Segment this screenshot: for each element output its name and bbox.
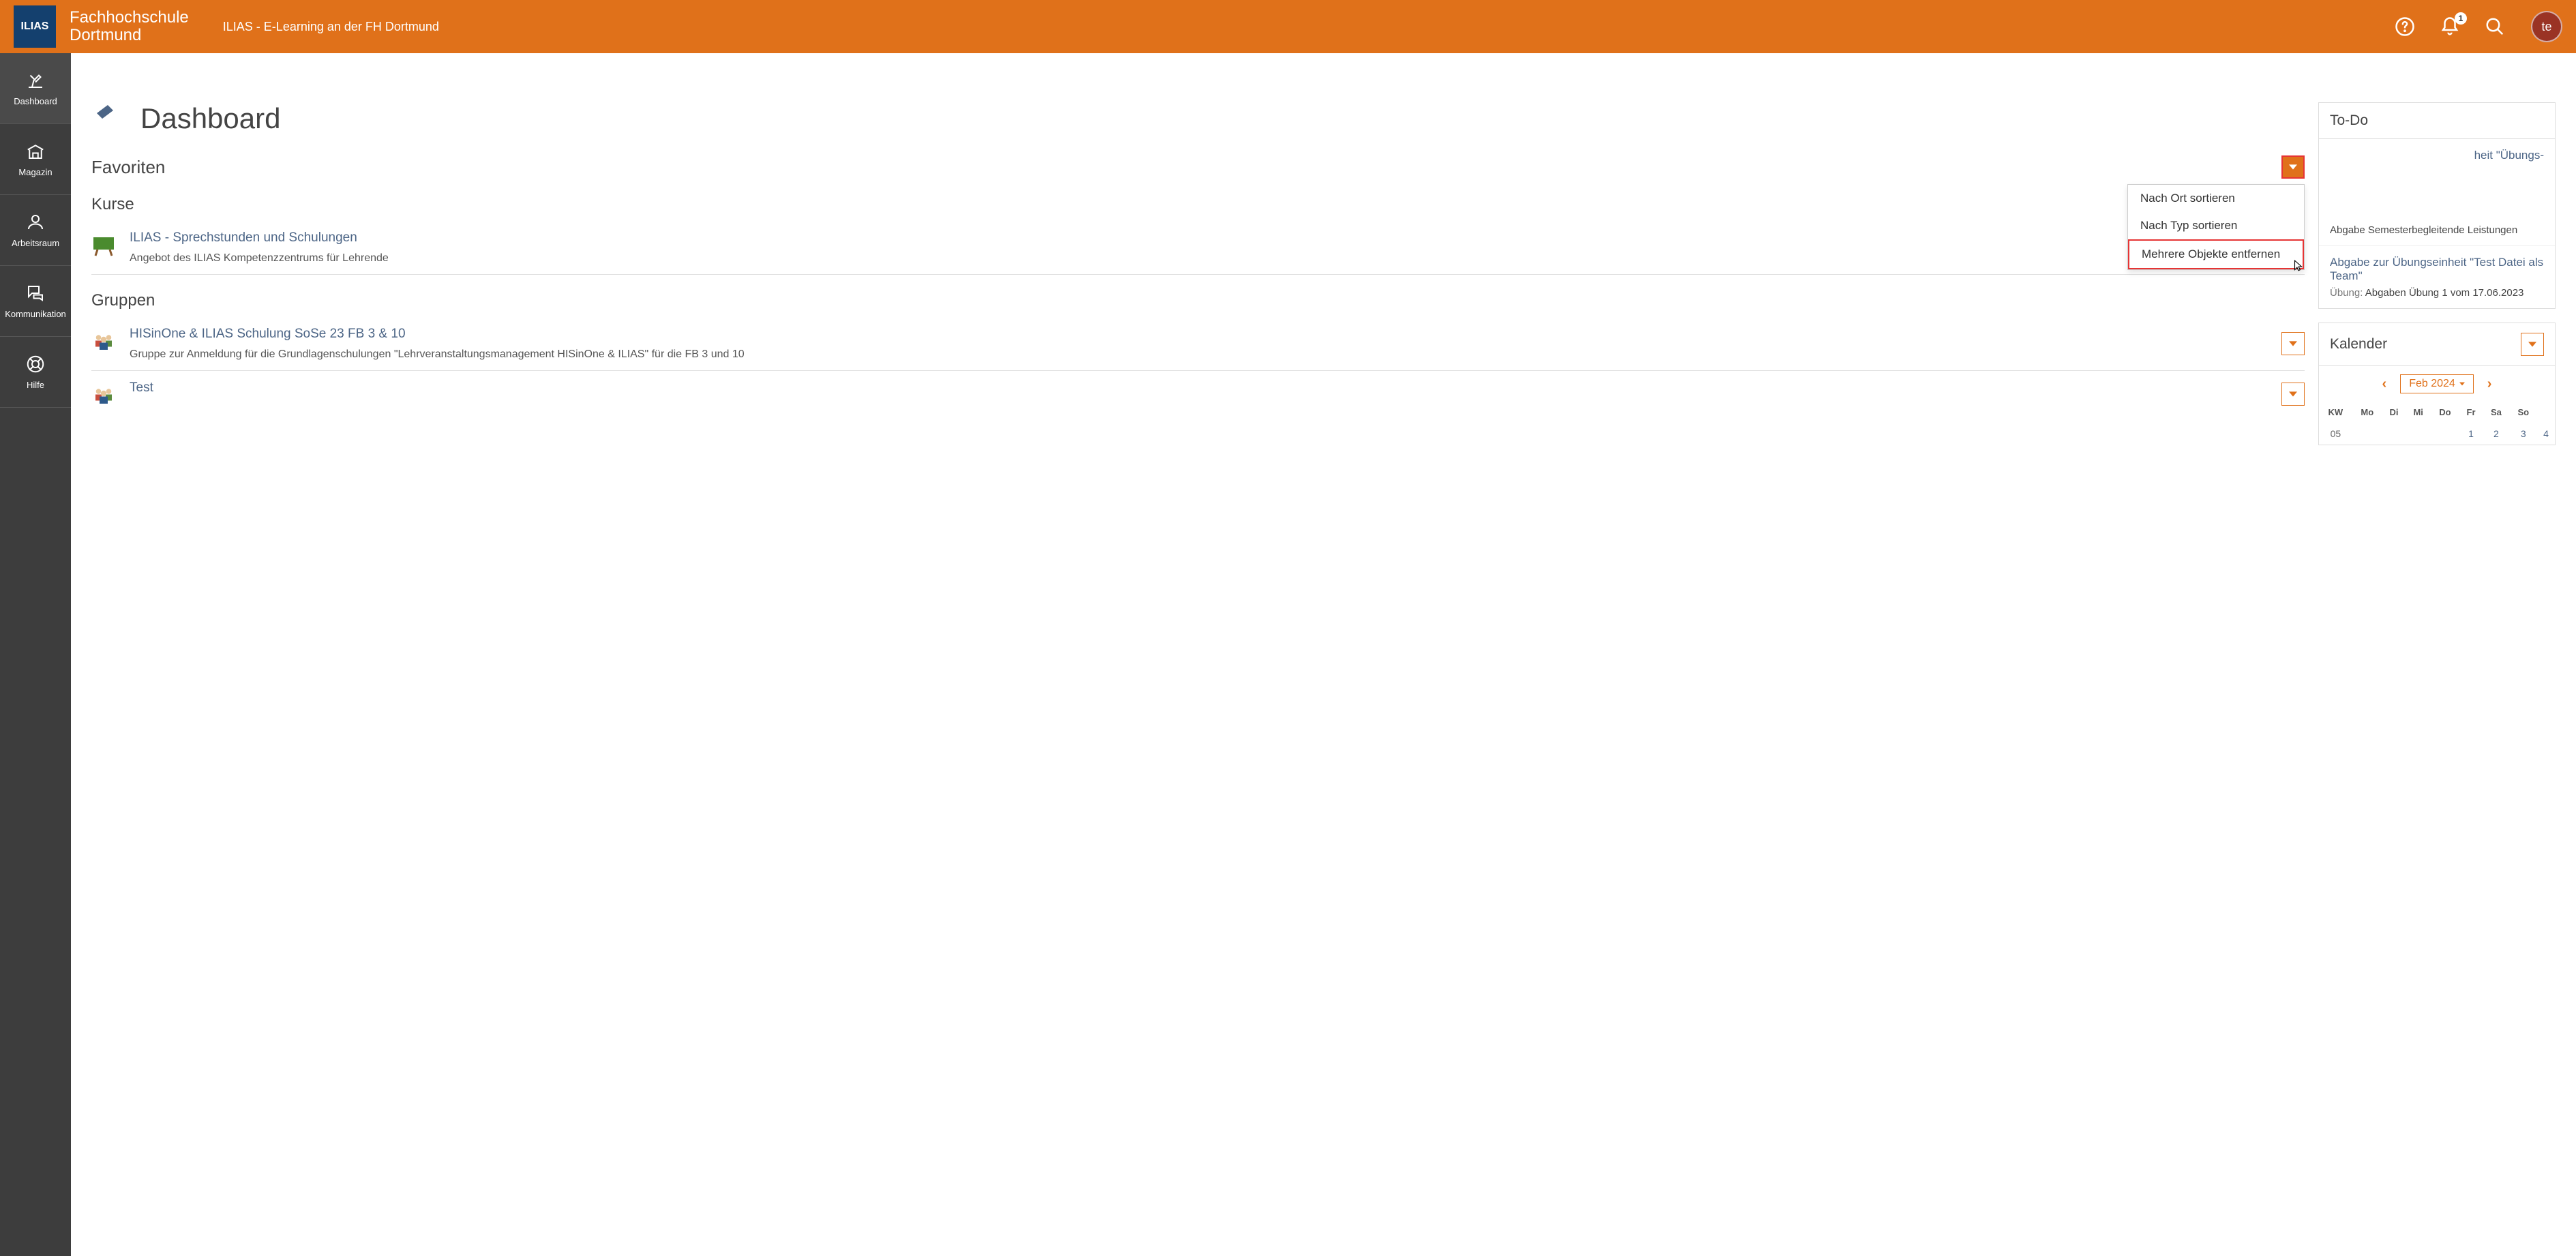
todo-heading: To-Do — [2319, 103, 2555, 139]
kurse-heading: Kurse — [91, 195, 2305, 214]
cal-head-mi: Mi — [2406, 402, 2431, 423]
nav-arbeitsraum-label: Arbeitsraum — [12, 238, 59, 248]
todo-subtext: Übung: Abgabe Semesterbegleitende Leistu… — [2330, 213, 2544, 236]
caret-down-icon — [2289, 340, 2297, 348]
caret-down-icon — [2289, 390, 2297, 398]
top-header: ILIAS Fachhochschule Dortmund ILIAS - E-… — [0, 0, 2576, 53]
favorites-heading: Favoriten — [91, 157, 165, 178]
university-name: Fachhochschule Dortmund — [70, 9, 189, 45]
group-description: Gruppe zur Anmeldung für die Grundlagens… — [130, 348, 2268, 361]
group-link[interactable]: HISinOne & ILIAS Schulung SoSe 23 FB 3 &… — [130, 327, 2268, 342]
cal-head-do: Do — [2431, 402, 2459, 423]
calendar-month-label: Feb 2024 — [2409, 378, 2455, 390]
menu-remove-multiple-label: Mehrere Objekte entfernen — [2142, 248, 2280, 260]
cursor-pointer-icon — [2292, 260, 2304, 272]
ilias-logo: ILIAS — [14, 5, 56, 48]
calendar-actions-button[interactable] — [2521, 333, 2544, 356]
todo-item: Abgabe zur Übungseinheit "Test Datei als… — [2319, 246, 2555, 308]
search-icon[interactable] — [2485, 16, 2505, 37]
todo-link[interactable]: heit "Übungs- — [2330, 149, 2544, 162]
lifebuoy-icon — [25, 354, 46, 374]
menu-sort-by-location[interactable]: Nach Ort sortieren — [2128, 185, 2304, 212]
calendar-panel: Kalender ‹ Feb 2024 › KW Mo Di Mi — [2318, 323, 2556, 445]
course-description: Angebot des ILIAS Kompetenzzentrums für … — [130, 252, 2305, 265]
group-icon — [91, 329, 116, 354]
caret-down-icon — [2289, 163, 2297, 171]
calendar-heading: Kalender — [2330, 336, 2387, 353]
notification-bell-icon[interactable]: 1 — [2440, 16, 2460, 37]
course-item: ILIAS - Sprechstunden und Schulungen Ang… — [91, 221, 2305, 275]
cal-day[interactable] — [2406, 423, 2431, 445]
nav-kommunikation-label: Kommunikation — [5, 309, 66, 319]
calendar-prev-button[interactable]: ‹ — [2382, 376, 2387, 392]
notification-count-badge: 1 — [2455, 12, 2467, 25]
cal-day[interactable] — [2431, 423, 2459, 445]
calendar-next-button[interactable]: › — [2487, 376, 2492, 392]
left-nav: Dashboard Magazin Arbeitsraum Kommunikat… — [0, 53, 71, 1256]
nav-magazin[interactable]: Magazin — [0, 124, 71, 195]
group-item: Test — [91, 371, 2305, 417]
dashboard-lamp-icon — [91, 102, 124, 135]
chat-icon — [25, 283, 46, 303]
course-icon — [91, 233, 116, 258]
cal-head-sa: Sa — [2483, 402, 2509, 423]
group-item-actions-button[interactable] — [2281, 332, 2305, 355]
site-subtitle: ILIAS - E-Learning an der FH Dortmund — [223, 20, 439, 34]
page-heading: Dashboard — [91, 102, 2305, 135]
cal-head-mo: Mo — [2352, 402, 2382, 423]
group-item-actions-button[interactable] — [2281, 383, 2305, 406]
cal-day[interactable]: 2 — [2483, 423, 2509, 445]
desk-lamp-icon — [25, 70, 46, 91]
favorites-actions-dropdown-menu: Nach Ort sortieren Nach Typ sortieren Me… — [2127, 184, 2305, 270]
nav-dashboard-label: Dashboard — [14, 96, 57, 106]
university-line1: Fachhochschule — [70, 9, 189, 27]
cal-day[interactable]: 3 — [2510, 423, 2537, 445]
nav-dashboard[interactable]: Dashboard — [0, 53, 71, 124]
todo-sub-value: Abgaben Übung 1 vom 17.06.2023 — [2365, 287, 2524, 299]
nav-hilfe-label: Hilfe — [27, 380, 44, 390]
menu-sort-by-type[interactable]: Nach Typ sortieren — [2128, 212, 2304, 239]
todo-panel: To-Do heit "Übungs- Übung: Abgabe Semest… — [2318, 102, 2556, 309]
page-title: Dashboard — [140, 102, 280, 135]
todo-subtext: Übung: Abgaben Übung 1 vom 17.06.2023 — [2330, 287, 2544, 299]
todo-item: heit "Übungs- Übung: Abgabe Semesterbegl… — [2319, 139, 2555, 246]
nav-arbeitsraum[interactable]: Arbeitsraum — [0, 195, 71, 266]
help-icon[interactable] — [2395, 16, 2415, 37]
nav-magazin-label: Magazin — [18, 167, 52, 177]
favorites-actions-dropdown-button[interactable] — [2281, 155, 2305, 179]
todo-sub-label: Übung: — [2330, 287, 2363, 299]
cal-day[interactable] — [2352, 423, 2382, 445]
gruppen-heading: Gruppen — [91, 291, 2305, 310]
group-item: HISinOne & ILIAS Schulung SoSe 23 FB 3 &… — [91, 317, 2305, 371]
group-link[interactable]: Test — [130, 380, 2268, 395]
calendar-grid: KW Mo Di Mi Do Fr Sa So 05 1 2 — [2319, 402, 2555, 445]
avatar[interactable]: te — [2531, 11, 2562, 42]
course-link[interactable]: ILIAS - Sprechstunden und Schulungen — [130, 230, 2305, 245]
university-line2: Dortmund — [70, 27, 189, 44]
caret-down-icon — [2459, 382, 2465, 386]
cal-day[interactable]: 1 — [2459, 423, 2483, 445]
cal-day[interactable]: 4 — [2537, 423, 2555, 445]
menu-remove-multiple[interactable]: Mehrere Objekte entfernen — [2128, 239, 2304, 269]
cal-week-number: 05 — [2319, 423, 2352, 445]
cal-head-di: Di — [2382, 402, 2406, 423]
todo-link[interactable]: Abgabe zur Übungseinheit "Test Datei als… — [2330, 256, 2544, 283]
building-icon — [25, 141, 46, 162]
cal-head-so: So — [2510, 402, 2537, 423]
cal-head-fr: Fr — [2459, 402, 2483, 423]
calendar-month-selector[interactable]: Feb 2024 — [2400, 374, 2474, 393]
caret-down-icon — [2528, 340, 2536, 348]
person-icon — [25, 212, 46, 233]
nav-kommunikation[interactable]: Kommunikation — [0, 266, 71, 337]
cal-head-kw: KW — [2319, 402, 2352, 423]
cal-day[interactable] — [2382, 423, 2406, 445]
nav-hilfe[interactable]: Hilfe — [0, 337, 71, 408]
group-icon — [91, 383, 116, 408]
